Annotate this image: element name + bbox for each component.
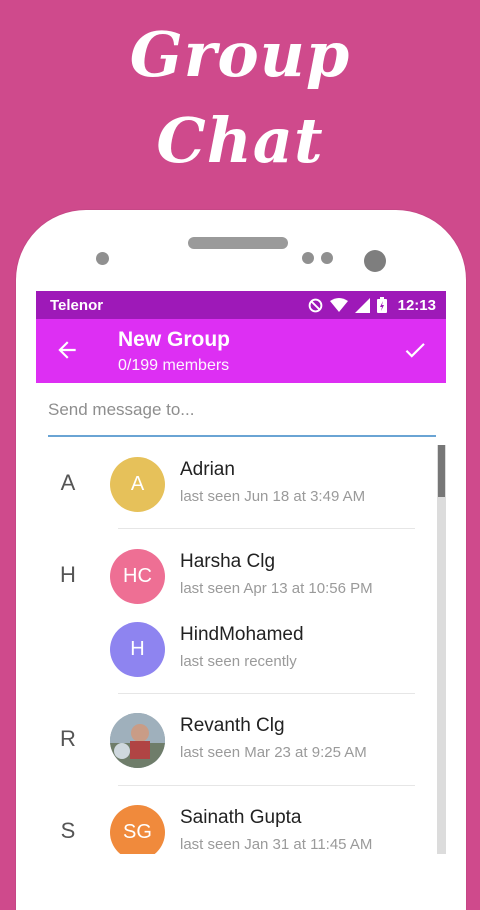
avatar-initials: HC bbox=[123, 565, 152, 587]
contact-name: HindMohamed bbox=[180, 624, 304, 645]
promo-title-line-2: Chat bbox=[156, 104, 324, 177]
search-area bbox=[36, 383, 446, 445]
scrollbar-thumb[interactable] bbox=[438, 445, 445, 497]
front-camera bbox=[364, 250, 386, 272]
clock: 12:13 bbox=[397, 296, 436, 314]
last-seen: last seen Mar 23 at 9:25 AM bbox=[180, 744, 367, 761]
contact-row[interactable]: A A Adrian last seen Jun 18 at 3:49 AM bbox=[36, 445, 436, 525]
app-bar: New Group 0/199 members bbox=[36, 319, 446, 383]
signal-icon bbox=[354, 297, 370, 313]
section-letter: S bbox=[60, 818, 76, 843]
contact-name: Adrian bbox=[180, 459, 235, 480]
contact-row[interactable]: S SG Sainath Gupta last seen Jan 31 at 1… bbox=[36, 793, 436, 854]
input-underline bbox=[48, 435, 436, 437]
sensor-dot bbox=[96, 252, 109, 265]
last-seen: last seen recently bbox=[180, 653, 297, 670]
contact-row[interactable]: H HC Harsha Clg last seen Apr 13 at 10:5… bbox=[36, 537, 436, 617]
last-seen: last seen Apr 13 at 10:56 PM bbox=[180, 580, 373, 597]
profile-photo-icon bbox=[110, 713, 165, 768]
wifi-icon bbox=[329, 297, 348, 312]
scrollbar[interactable] bbox=[437, 445, 446, 854]
avatar-initials: SG bbox=[123, 821, 152, 843]
divider bbox=[118, 693, 415, 694]
sensor-dot bbox=[302, 252, 314, 264]
avatar-photo bbox=[110, 713, 165, 768]
page-title: New Group bbox=[118, 328, 231, 351]
last-seen: last seen Jun 18 at 3:49 AM bbox=[180, 488, 366, 505]
phone-screen: Telenor 12:13 New Group 0/199 members A … bbox=[36, 291, 446, 854]
contact-name: Sainath Gupta bbox=[180, 807, 302, 828]
last-seen: last seen Jan 31 at 11:45 AM bbox=[180, 836, 373, 853]
divider bbox=[118, 785, 415, 786]
status-bar: Telenor 12:13 bbox=[36, 291, 446, 319]
avatar: HC bbox=[110, 549, 165, 604]
section-letter: A bbox=[60, 470, 76, 495]
contact-name: Revanth Clg bbox=[180, 715, 285, 736]
members-count: 0/199 members bbox=[118, 357, 230, 374]
battery-icon bbox=[376, 297, 387, 313]
avatar-initials: H bbox=[130, 638, 145, 660]
speaker-grille bbox=[188, 237, 288, 249]
contact-list[interactable]: A A Adrian last seen Jun 18 at 3:49 AM H… bbox=[36, 445, 446, 854]
avatar: A bbox=[110, 457, 165, 512]
section-letter: R bbox=[60, 726, 76, 751]
confirm-check-icon[interactable] bbox=[402, 337, 428, 363]
avatar-initials: A bbox=[130, 473, 145, 495]
avatar: SG bbox=[110, 805, 165, 854]
divider bbox=[118, 528, 415, 529]
send-message-to-input[interactable] bbox=[48, 395, 432, 425]
do-not-disturb-icon bbox=[308, 298, 322, 312]
contact-name: Harsha Clg bbox=[180, 551, 276, 572]
contact-row[interactable]: R Revanth Clg last seen Mar 23 at 9:25 A… bbox=[36, 701, 436, 781]
sensor-dot bbox=[321, 252, 333, 264]
contact-row[interactable]: H HindMohamed last seen recently bbox=[36, 610, 436, 690]
carrier-name: Telenor bbox=[50, 296, 104, 314]
back-arrow-icon[interactable] bbox=[54, 337, 80, 363]
avatar: H bbox=[110, 622, 165, 677]
promo-title-line-1: Group bbox=[129, 18, 351, 91]
section-letter: H bbox=[60, 562, 76, 587]
